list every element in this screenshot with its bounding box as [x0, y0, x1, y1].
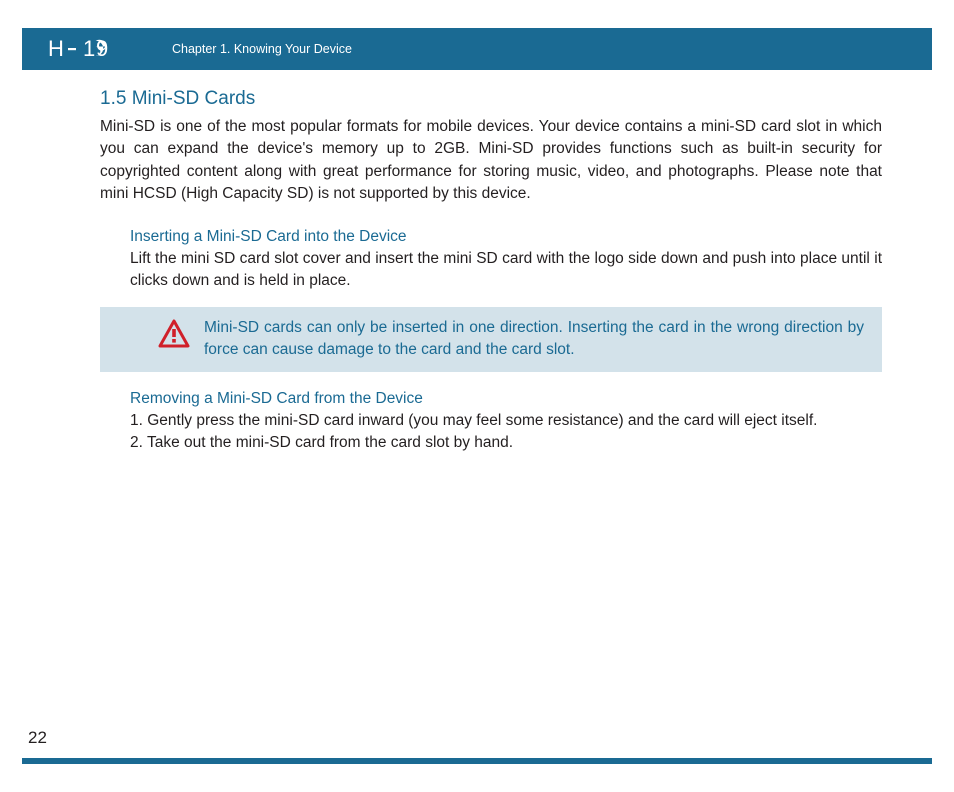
page-number: 22 [28, 728, 47, 748]
warning-text: Mini-SD cards can only be inserted in on… [204, 317, 864, 362]
chapter-label: Chapter 1. Knowing Your Device [172, 42, 352, 56]
inserting-text: Lift the mini SD card slot cover and ins… [130, 248, 882, 293]
svg-text:H: H [48, 37, 66, 61]
logo-glyph: H 1 9 [48, 37, 118, 61]
warning-wrapper: Mini-SD cards can only be inserted in on… [100, 307, 882, 372]
page-content: 1.5 Mini-SD Cards Mini-SD is one of the … [100, 88, 882, 455]
removing-step-2: 2. Take out the mini-SD card from the ca… [130, 432, 882, 454]
device-logo: H 1 9 [48, 37, 118, 61]
warning-icon [158, 319, 190, 349]
warning-box: Mini-SD cards can only be inserted in on… [100, 307, 882, 372]
inserting-title: Inserting a Mini-SD Card into the Device [130, 228, 882, 246]
svg-text:9: 9 [96, 37, 111, 61]
section-intro: Mini-SD is one of the most popular forma… [100, 116, 882, 206]
removing-block: Removing a Mini-SD Card from the Device … [130, 390, 882, 455]
footer-bar [22, 758, 932, 764]
header-bar: H 1 9 Chapter 1. Knowing Your Device [22, 28, 932, 70]
removing-step-1: 1. Gently press the mini-SD card inward … [130, 410, 882, 432]
removing-title: Removing a Mini-SD Card from the Device [130, 390, 882, 408]
section-title: 1.5 Mini-SD Cards [100, 88, 882, 110]
inserting-block: Inserting a Mini-SD Card into the Device… [130, 228, 882, 293]
